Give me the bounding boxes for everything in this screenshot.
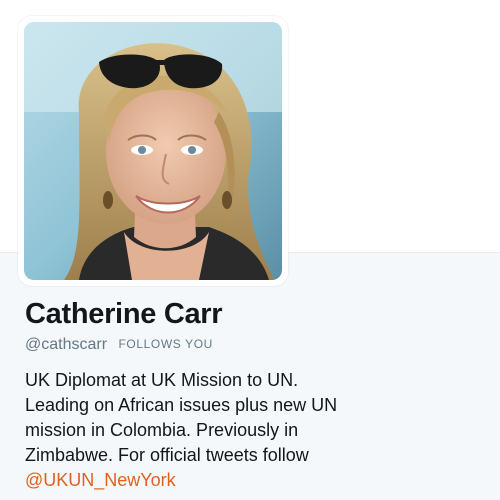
- bio-mention-link[interactable]: @UKUN_NewYork: [25, 468, 485, 493]
- profile-name[interactable]: Catherine Carr: [25, 298, 223, 331]
- avatar[interactable]: [18, 16, 288, 286]
- profile-handle[interactable]: @cathscarr: [25, 336, 107, 353]
- bio-line: Zimbabwe. For official tweets follow: [25, 445, 309, 465]
- handle-row: @cathscarr FOLLOWS YOU: [25, 334, 213, 355]
- profile-card: Catherine Carr @cathscarr FOLLOWS YOU UK…: [0, 0, 500, 500]
- profile-bio: UK Diplomat at UK Mission to UN. Leading…: [25, 368, 485, 493]
- avatar-photo: [24, 22, 282, 280]
- bio-line: Leading on African issues plus new UN: [25, 395, 338, 415]
- bio-line: UK Diplomat at UK Mission to UN.: [25, 370, 299, 390]
- follows-you-badge: FOLLOWS YOU: [118, 337, 213, 351]
- bio-line: mission in Colombia. Previously in: [25, 420, 299, 440]
- profile-photo-icon: [24, 22, 282, 280]
